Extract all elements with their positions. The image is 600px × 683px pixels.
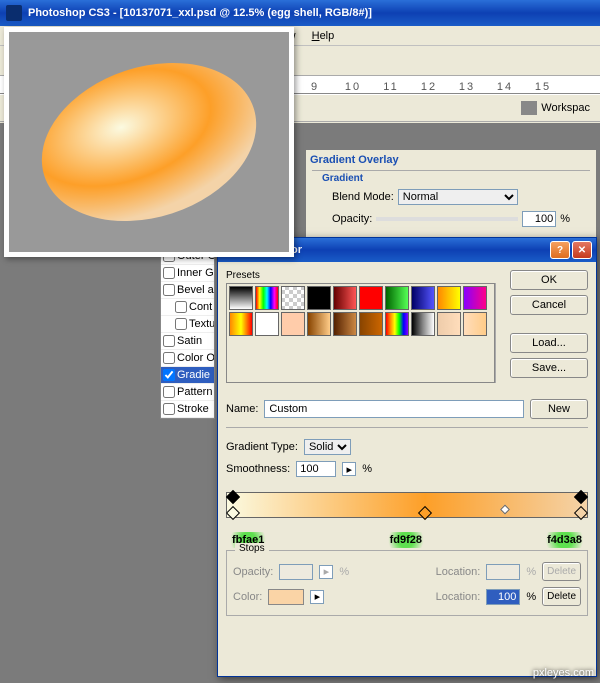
smoothness-label: Smoothness: bbox=[226, 463, 290, 475]
effect-satin[interactable]: Satin bbox=[161, 333, 214, 350]
delete-opacity-stop: Delete bbox=[542, 562, 581, 581]
color-hex-labels: fbfae1 fd9f28 f4d3a8 bbox=[218, 532, 596, 548]
opacity-slider[interactable] bbox=[376, 217, 518, 221]
cancel-button[interactable]: Cancel bbox=[510, 295, 588, 315]
stop-opacity-input bbox=[279, 564, 313, 580]
preset-swatch-11[interactable] bbox=[255, 312, 279, 336]
effect-gradie[interactable]: Gradie bbox=[161, 367, 214, 384]
stop-location1-label: Location: bbox=[436, 566, 481, 578]
stops-legend: Stops bbox=[235, 543, 269, 554]
stop-location1-input bbox=[486, 564, 520, 580]
presets-label: Presets bbox=[226, 270, 504, 281]
effect-pattern[interactable]: Pattern bbox=[161, 384, 214, 401]
smoothness-input[interactable] bbox=[296, 461, 336, 477]
effect-textu[interactable]: Textu bbox=[161, 316, 214, 333]
close-button[interactable]: ✕ bbox=[572, 241, 592, 259]
effect-inner-g[interactable]: Inner G bbox=[161, 265, 214, 282]
preset-swatch-14[interactable] bbox=[333, 312, 357, 336]
preset-swatch-15[interactable] bbox=[359, 312, 383, 336]
stops-group: Stops Opacity: ▸ % Location: % Delete Co… bbox=[226, 550, 588, 616]
save-button[interactable]: Save... bbox=[510, 358, 588, 378]
presets-grid[interactable] bbox=[226, 283, 495, 383]
preset-swatch-17[interactable] bbox=[411, 312, 435, 336]
gradient-overlay-title: Gradient Overlay bbox=[306, 150, 596, 170]
stop-color-swatch[interactable] bbox=[268, 589, 304, 605]
effect-color-o[interactable]: Color O bbox=[161, 350, 214, 367]
preset-swatch-19[interactable] bbox=[463, 312, 487, 336]
preset-swatch-7[interactable] bbox=[411, 286, 435, 310]
preset-swatch-8[interactable] bbox=[437, 286, 461, 310]
preset-swatch-4[interactable] bbox=[333, 286, 357, 310]
opacity-value[interactable] bbox=[522, 211, 556, 227]
opacity-label: Opacity: bbox=[332, 213, 372, 225]
egg-shape bbox=[21, 37, 277, 248]
blendmode-label: Blend Mode: bbox=[332, 191, 394, 203]
gradient-type-select[interactable]: Solid bbox=[304, 439, 351, 455]
preset-swatch-6[interactable] bbox=[385, 286, 409, 310]
name-label: Name: bbox=[226, 403, 258, 415]
preset-swatch-9[interactable] bbox=[463, 286, 487, 310]
preset-swatch-5[interactable] bbox=[359, 286, 383, 310]
gradient-type-label: Gradient Type: bbox=[226, 441, 298, 453]
name-input[interactable] bbox=[264, 400, 524, 418]
watermark: pxleyes.com bbox=[533, 667, 594, 679]
stop-color-drop[interactable]: ▸ bbox=[310, 590, 324, 604]
preset-swatch-0[interactable] bbox=[229, 286, 253, 310]
preset-swatch-13[interactable] bbox=[307, 312, 331, 336]
menu-help[interactable]: Help bbox=[304, 28, 343, 44]
gradient-bar[interactable] bbox=[226, 492, 588, 518]
load-button[interactable]: Load... bbox=[510, 333, 588, 353]
workspace-icon bbox=[521, 101, 537, 115]
blendmode-select[interactable]: Normal bbox=[398, 189, 518, 205]
ok-button[interactable]: OK bbox=[510, 270, 588, 290]
title-text: Photoshop CS3 - [10137071_xxl.psd @ 12.5… bbox=[28, 7, 372, 19]
effect-stroke[interactable]: Stroke bbox=[161, 401, 214, 418]
preset-swatch-1[interactable] bbox=[255, 286, 279, 310]
app-icon bbox=[6, 5, 22, 21]
preset-swatch-2[interactable] bbox=[281, 286, 305, 310]
gradient-overlay-panel: Gradient Overlay Gradient Blend Mode: No… bbox=[306, 150, 596, 250]
preview-thumbnail bbox=[4, 27, 294, 257]
preset-swatch-10[interactable] bbox=[229, 312, 253, 336]
stop-location2-input[interactable] bbox=[486, 589, 520, 605]
delete-color-stop[interactable]: Delete bbox=[542, 587, 581, 606]
stop-location2-label: Location: bbox=[436, 591, 481, 603]
presets-scrollbar[interactable] bbox=[495, 283, 504, 383]
layer-effects-list[interactable]: Inner SOuter GInner GBevel aContTextuSat… bbox=[160, 230, 215, 419]
preset-swatch-12[interactable] bbox=[281, 312, 305, 336]
new-button[interactable]: New bbox=[530, 399, 588, 419]
effect-bevel-a[interactable]: Bevel a bbox=[161, 282, 214, 299]
workspace-button[interactable]: Workspac bbox=[515, 99, 596, 117]
help-button[interactable]: ? bbox=[550, 241, 570, 259]
preset-swatch-18[interactable] bbox=[437, 312, 461, 336]
preset-swatch-3[interactable] bbox=[307, 286, 331, 310]
stop-opacity-label: Opacity: bbox=[233, 566, 273, 578]
stop-color-label: Color: bbox=[233, 591, 262, 603]
gradient-subtitle: Gradient bbox=[312, 171, 590, 186]
preset-swatch-16[interactable] bbox=[385, 312, 409, 336]
effect-cont[interactable]: Cont bbox=[161, 299, 214, 316]
stop-opacity-drop: ▸ bbox=[319, 565, 333, 579]
smoothness-dropdown[interactable]: ▸ bbox=[342, 462, 356, 476]
app-titlebar: Photoshop CS3 - [10137071_xxl.psd @ 12.5… bbox=[0, 0, 600, 26]
gradient-editor-dialog: Gradient Editor ? ✕ Presets OK Cancel Lo… bbox=[217, 237, 597, 677]
